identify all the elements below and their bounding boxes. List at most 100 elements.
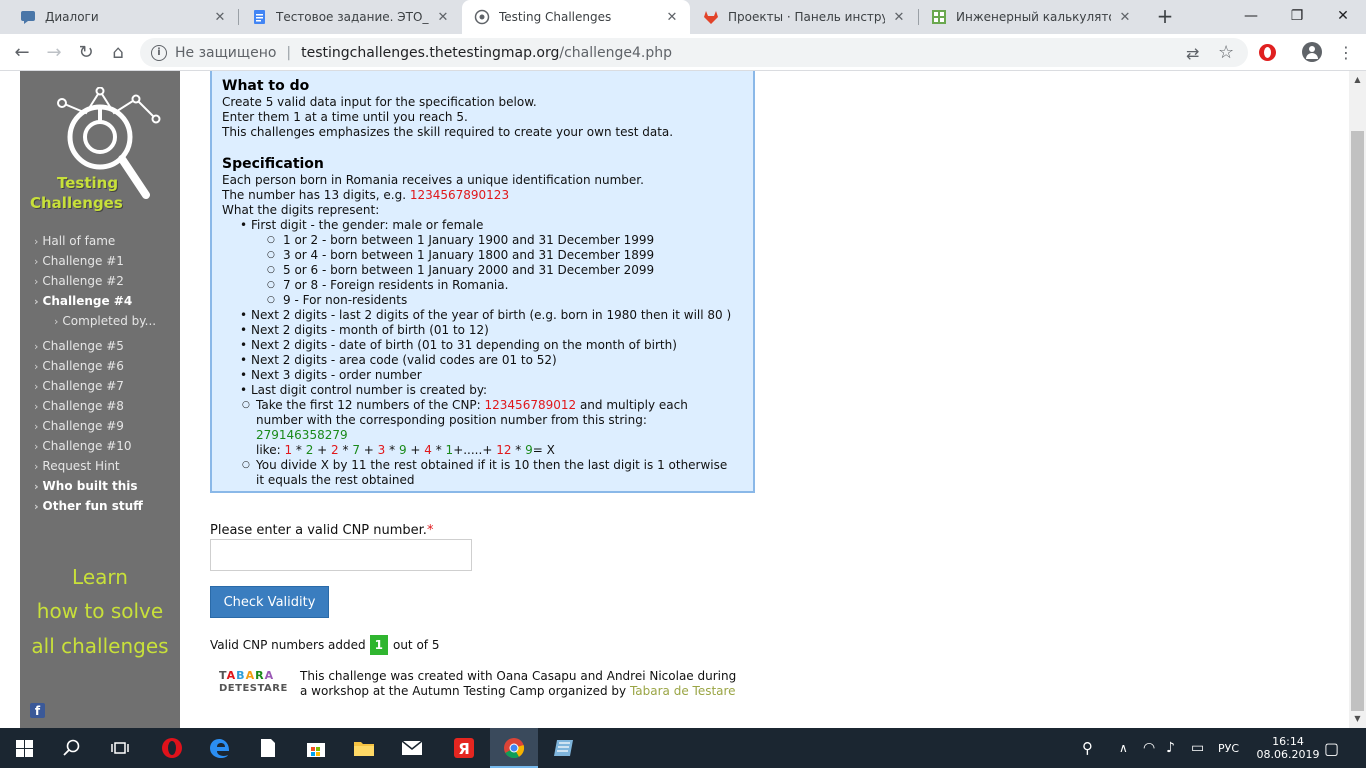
browser-toolbar: ← → ↻ ⌂ i Не защищено | testingchallenge… <box>0 34 1366 71</box>
network-icon[interactable]: ◠ <box>1143 728 1155 768</box>
maximize-button[interactable]: ❐ <box>1274 0 1320 32</box>
chevron-right-icon: › <box>54 315 59 328</box>
sidebar: Testing Challenges › Hall of fame › Challe… <box>20 71 180 728</box>
list-item: Last digit control number is created by: <box>240 383 753 398</box>
sidebar-item-challenge-5[interactable]: › Challenge #5 <box>34 336 156 356</box>
page-viewport: Testing Challenges › Hall of fame › Challe… <box>0 71 1349 728</box>
chrome-icon[interactable] <box>490 728 538 768</box>
page-scrollbar[interactable]: ▲ ▼ <box>1349 71 1366 728</box>
tab-testing-challenges[interactable]: Testing Challenges ✕ <box>462 0 690 34</box>
chevron-right-icon: › <box>34 340 39 353</box>
scroll-down-icon[interactable]: ▼ <box>1349 712 1366 726</box>
sidebar-item-other-fun-stuff[interactable]: › Other fun stuff <box>34 496 156 516</box>
opera-extension-icon[interactable] <box>1259 44 1276 61</box>
sidebar-item-label: Other fun stuff <box>42 499 143 513</box>
sidebar-item-hall-of-fame[interactable]: › Hall of fame <box>34 231 156 251</box>
vk-chat-icon <box>20 9 36 25</box>
file-explorer-icon[interactable] <box>340 728 388 768</box>
sidebar-item-challenge-6[interactable]: › Challenge #6 <box>34 356 156 376</box>
tabara-de-testare-link[interactable]: Tabara de Testare <box>630 684 736 698</box>
rule-text: First digit - the gender: male or female <box>251 218 484 232</box>
logo-letter: A <box>264 669 275 682</box>
profile-avatar[interactable] <box>1302 42 1322 62</box>
store-icon[interactable] <box>292 728 340 768</box>
close-tab-icon[interactable]: ✕ <box>664 10 680 25</box>
control-digit-steps: Take the first 12 numbers of the CNP: 12… <box>240 398 731 488</box>
action-center-icon[interactable]: ▢ <box>1324 728 1339 768</box>
sidebar-item-who-built-this[interactable]: › Who built this <box>34 476 156 496</box>
tab-gitlab-projects[interactable]: Проекты · Панель инструмент ✕ <box>691 0 917 34</box>
label-text: Please enter a valid CNP number. <box>210 523 427 538</box>
edge-icon[interactable] <box>196 728 244 768</box>
learn-link-line3[interactable]: all challenges <box>20 634 180 658</box>
close-tab-icon[interactable]: ✕ <box>891 10 907 25</box>
forward-icon[interactable]: → <box>42 40 66 64</box>
sidebar-item-challenge-4[interactable]: › Challenge #4 <box>34 291 156 311</box>
spec-example-number: 1234567890123 <box>409 188 510 202</box>
formula-token: * <box>385 443 399 457</box>
windows-start-icon[interactable] <box>0 728 48 768</box>
file-icon[interactable] <box>244 728 292 768</box>
gitlab-icon <box>703 9 719 25</box>
sidebar-item-challenge-1[interactable]: › Challenge #1 <box>34 251 156 271</box>
scrollbar-thumb[interactable] <box>1351 131 1364 711</box>
chevron-right-icon: › <box>34 360 39 373</box>
facebook-icon[interactable]: f <box>30 703 45 718</box>
sidebar-item-challenge-10[interactable]: › Challenge #10 <box>34 436 156 456</box>
opera-icon[interactable] <box>148 728 196 768</box>
sidebar-item-completed-by[interactable]: › Completed by... <box>34 311 156 331</box>
address-divider: | <box>286 44 292 61</box>
keyboard-icon[interactable]: ▭ <box>1191 728 1204 768</box>
new-tab-button[interactable]: + <box>1154 5 1176 27</box>
bookmark-star-icon[interactable]: ☆ <box>1218 42 1234 63</box>
formula-token: * <box>338 443 353 457</box>
sidebar-item-request-hint[interactable]: › Request Hint <box>34 456 156 476</box>
clock[interactable]: 16:14 08.06.2019 <box>1257 728 1320 768</box>
credit-text: This challenge was created with Oana Cas… <box>300 669 740 699</box>
list-item: You divide X by 11 the rest obtained if … <box>240 458 731 488</box>
sidebar-item-challenge-9[interactable]: › Challenge #9 <box>34 416 156 436</box>
reload-icon[interactable]: ↻ <box>74 40 98 64</box>
tab-dialogs[interactable]: Диалоги ✕ <box>8 0 238 34</box>
language-indicator[interactable]: РУС <box>1218 728 1239 768</box>
yandex-browser-icon[interactable]: Я <box>440 728 488 768</box>
learn-link-line1[interactable]: Learn <box>20 565 180 589</box>
close-tab-icon[interactable]: ✕ <box>435 10 451 25</box>
tab-calculator[interactable]: Инженерный калькулятор он ✕ <box>919 0 1143 34</box>
task-view-icon[interactable] <box>96 728 144 768</box>
learn-link-line2[interactable]: how to solve <box>20 599 180 623</box>
close-window-button[interactable]: ✕ <box>1320 0 1366 32</box>
formula-token: 4 <box>424 443 432 457</box>
tab-test-task[interactable]: Тестовое задание. ЭТО_Инкуб ✕ <box>239 0 461 34</box>
notepad-icon[interactable] <box>540 728 588 768</box>
minimize-button[interactable]: — <box>1228 0 1274 32</box>
list-item: Next 2 digits - area code (valid codes a… <box>240 353 753 368</box>
people-icon[interactable]: ⚲ <box>1082 728 1093 768</box>
translate-icon[interactable]: ⇄ <box>1186 44 1199 63</box>
sidebar-item-challenge-2[interactable]: › Challenge #2 <box>34 271 156 291</box>
tray-chevron-up-icon[interactable]: ∧ <box>1119 728 1128 768</box>
list-item: 9 - For non-residents <box>267 293 753 308</box>
globe-icon <box>474 9 490 25</box>
sidebar-item-challenge-7[interactable]: › Challenge #7 <box>34 376 156 396</box>
cnp-input[interactable] <box>210 539 472 571</box>
info-icon[interactable]: i <box>151 44 167 61</box>
step-text: like: <box>256 443 285 457</box>
close-tab-icon[interactable]: ✕ <box>1117 10 1133 25</box>
home-icon[interactable]: ⌂ <box>106 40 130 64</box>
browser-menu-icon[interactable]: ⋮ <box>1334 40 1358 64</box>
progress-prefix: Valid CNP numbers added <box>210 638 366 652</box>
back-icon[interactable]: ← <box>10 40 34 64</box>
sidebar-item-challenge-8[interactable]: › Challenge #8 <box>34 396 156 416</box>
volume-icon[interactable]: ♪ <box>1166 728 1175 768</box>
close-tab-icon[interactable]: ✕ <box>212 10 228 25</box>
check-validity-button[interactable]: Check Validity <box>210 586 329 618</box>
mail-icon[interactable] <box>388 728 436 768</box>
chevron-right-icon: › <box>34 380 39 393</box>
formula-token: 9 <box>525 443 533 457</box>
address-bar[interactable]: i Не защищено | testingchallenges.thetes… <box>140 38 1248 67</box>
tab-title: Тестовое задание. ЭТО_Инкуб <box>276 10 429 24</box>
scroll-up-icon[interactable]: ▲ <box>1349 73 1366 87</box>
search-icon[interactable] <box>48 728 96 768</box>
tabara-de-testare-logo[interactable]: TABARA DETESTARE <box>219 669 293 699</box>
